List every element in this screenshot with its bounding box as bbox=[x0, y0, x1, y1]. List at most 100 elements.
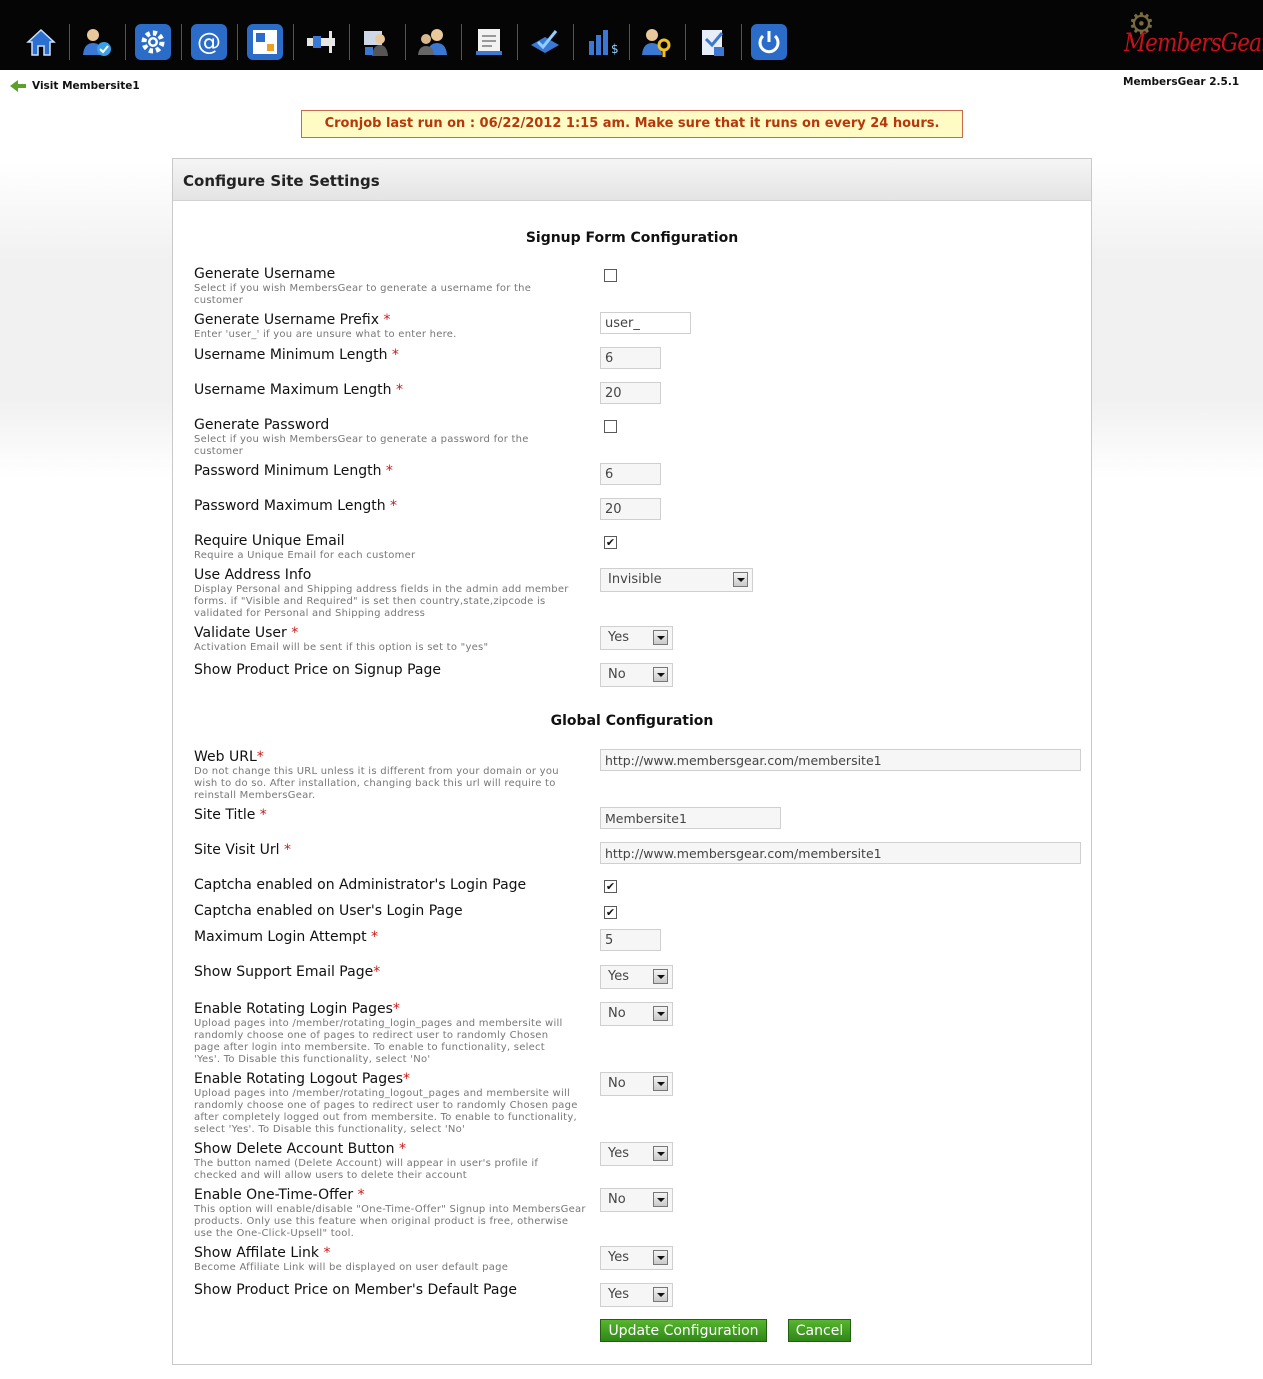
max-login-label: Maximum Login Attempt * bbox=[194, 929, 379, 945]
generate-username-label: Generate Username bbox=[194, 266, 336, 282]
generate-username-desc: Select if you wish MembersGear to genera… bbox=[194, 283, 532, 306]
home-icon[interactable] bbox=[23, 24, 59, 60]
chevron-down-icon bbox=[653, 1250, 668, 1265]
captcha-user-label: Captcha enabled on User's Login Page bbox=[194, 903, 463, 919]
username-min-input[interactable]: 6 bbox=[600, 347, 661, 369]
unique-email-label: Require Unique Email bbox=[194, 533, 345, 549]
rotating-logout-select[interactable]: No bbox=[600, 1072, 673, 1096]
update-configuration-button[interactable]: Update Configuration bbox=[600, 1319, 767, 1342]
members-icon[interactable] bbox=[79, 24, 115, 60]
address-info-select[interactable]: Invisible bbox=[600, 568, 753, 592]
show-price-signup-select[interactable]: No bbox=[600, 663, 673, 687]
password-min-label: Password Minimum Length * bbox=[194, 463, 393, 479]
chevron-down-icon bbox=[733, 572, 748, 587]
content-icon[interactable] bbox=[471, 24, 507, 60]
web-url-label: Web URL* bbox=[194, 749, 264, 765]
username-prefix-input[interactable]: user_ bbox=[600, 312, 691, 334]
delete-account-select[interactable]: Yes bbox=[600, 1142, 673, 1166]
affiliate-link-desc: Become Affiliate Link will be displayed … bbox=[194, 1262, 509, 1273]
support-email-select[interactable]: Yes bbox=[600, 965, 673, 989]
password-min-input[interactable]: 6 bbox=[600, 463, 661, 485]
generate-username-checkbox[interactable] bbox=[604, 269, 617, 282]
users-icon[interactable] bbox=[415, 24, 451, 60]
rotating-logout-desc: Upload pages into /member/rotating_logou… bbox=[194, 1088, 578, 1135]
address-info-desc: Display Personal and Shipping address fi… bbox=[194, 584, 569, 619]
show-price-default-select[interactable]: Yes bbox=[600, 1283, 673, 1307]
affiliate-link-label: Show Affilate Link * bbox=[194, 1245, 331, 1261]
captcha-admin-checkbox[interactable]: ✔ bbox=[604, 880, 617, 893]
site-visit-url-input[interactable]: http://www.membersgear.com/membersite1 bbox=[600, 842, 1081, 864]
payments-icon[interactable] bbox=[527, 24, 563, 60]
admin-key-icon[interactable] bbox=[639, 24, 675, 60]
membersgear-logo[interactable]: ⚙ MembersGear bbox=[1118, 10, 1263, 62]
one-time-offer-desc: This option will enable/disable "One-Tim… bbox=[194, 1204, 586, 1239]
rotating-login-desc: Upload pages into /member/rotating_login… bbox=[194, 1018, 563, 1065]
chevron-down-icon bbox=[653, 1287, 668, 1302]
address-info-label: Use Address Info bbox=[194, 567, 312, 583]
signup-section-title: Signup Form Configuration bbox=[525, 230, 739, 246]
settings-panel: Configure Site Settings Signup Form Conf… bbox=[172, 158, 1092, 1365]
rotating-login-label: Enable Rotating Login Pages* bbox=[194, 1001, 400, 1017]
chevron-down-icon bbox=[653, 630, 668, 645]
products-icon[interactable] bbox=[303, 24, 339, 60]
svg-text:$: $ bbox=[611, 42, 618, 56]
captcha-user-checkbox[interactable]: ✔ bbox=[604, 906, 617, 919]
username-max-label: Username Maximum Length * bbox=[194, 382, 403, 398]
chevron-down-icon bbox=[653, 969, 668, 984]
svg-text:@: @ bbox=[197, 28, 221, 56]
back-arrow-icon bbox=[10, 80, 26, 92]
unique-email-desc: Require a Unique Email for each customer bbox=[194, 550, 416, 561]
rotating-login-select[interactable]: No bbox=[600, 1002, 673, 1026]
site-title-input[interactable]: Membersite1 bbox=[600, 807, 781, 829]
validate-user-label: Validate User * bbox=[194, 625, 299, 641]
username-max-input[interactable]: 20 bbox=[600, 382, 661, 404]
version-label: MembersGear 2.5.1 bbox=[1123, 76, 1240, 88]
delete-account-label: Show Delete Account Button * bbox=[194, 1141, 406, 1157]
chevron-down-icon bbox=[653, 1076, 668, 1091]
email-icon[interactable]: @ bbox=[191, 24, 227, 60]
one-time-offer-select[interactable]: No bbox=[600, 1188, 673, 1212]
rotating-logout-label: Enable Rotating Logout Pages* bbox=[194, 1071, 411, 1087]
top-nav-bar: @ $ ⚙ MembersGear bbox=[0, 0, 1263, 70]
web-url-desc: Do not change this URL unless it is diff… bbox=[194, 766, 559, 801]
cron-notice: Cronjob last run on : 06/22/2012 1:15 am… bbox=[301, 110, 963, 138]
panel-header: Configure Site Settings bbox=[173, 159, 1091, 201]
tools-icon[interactable] bbox=[695, 24, 731, 60]
logo-text: MembersGear bbox=[1124, 28, 1263, 57]
settings-gear-icon[interactable] bbox=[135, 24, 171, 60]
generate-password-desc: Select if you wish MembersGear to genera… bbox=[194, 434, 529, 457]
captcha-admin-label: Captcha enabled on Administrator's Login… bbox=[194, 877, 527, 893]
validate-user-select[interactable]: Yes bbox=[600, 626, 673, 650]
chevron-down-icon bbox=[653, 667, 668, 682]
username-prefix-desc: Enter 'user_' if you are unsure what to … bbox=[194, 329, 457, 340]
visit-site-label[interactable]: Visit Membersite1 bbox=[32, 80, 140, 92]
chevron-down-icon bbox=[653, 1192, 668, 1207]
max-login-input[interactable]: 5 bbox=[600, 929, 661, 951]
one-time-offer-label: Enable One-Time-Offer * bbox=[194, 1187, 365, 1203]
affiliates-icon[interactable] bbox=[359, 24, 395, 60]
delete-account-desc: The button named (Delete Account) will a… bbox=[194, 1158, 539, 1181]
chevron-down-icon bbox=[653, 1146, 668, 1161]
validate-user-desc: Activation Email will be sent if this op… bbox=[194, 642, 489, 653]
logout-power-icon[interactable] bbox=[751, 24, 787, 60]
panel-title: Configure Site Settings bbox=[183, 172, 380, 190]
site-title-label: Site Title * bbox=[194, 807, 267, 823]
password-max-input[interactable]: 20 bbox=[600, 498, 661, 520]
show-price-signup-label: Show Product Price on Signup Page bbox=[194, 662, 441, 678]
site-visit-url-label: Site Visit Url * bbox=[194, 842, 291, 858]
unique-email-checkbox[interactable]: ✔ bbox=[604, 536, 617, 549]
pages-icon[interactable] bbox=[247, 24, 283, 60]
cancel-button[interactable]: Cancel bbox=[788, 1319, 851, 1342]
generate-password-label: Generate Password bbox=[194, 417, 330, 433]
reports-icon[interactable]: $ bbox=[583, 24, 619, 60]
generate-password-checkbox[interactable] bbox=[604, 420, 617, 433]
username-min-label: Username Minimum Length * bbox=[194, 347, 399, 363]
visit-site-link[interactable]: Visit Membersite1 bbox=[10, 80, 140, 92]
affiliate-link-select[interactable]: Yes bbox=[600, 1246, 673, 1270]
support-email-label: Show Support Email Page* bbox=[194, 964, 381, 980]
username-prefix-label: Generate Username Prefix * bbox=[194, 312, 391, 328]
chevron-down-icon bbox=[653, 1006, 668, 1021]
password-max-label: Password Maximum Length * bbox=[194, 498, 398, 514]
web-url-input[interactable]: http://www.membersgear.com/membersite1 bbox=[600, 749, 1081, 771]
global-section-title: Global Configuration bbox=[550, 713, 714, 729]
